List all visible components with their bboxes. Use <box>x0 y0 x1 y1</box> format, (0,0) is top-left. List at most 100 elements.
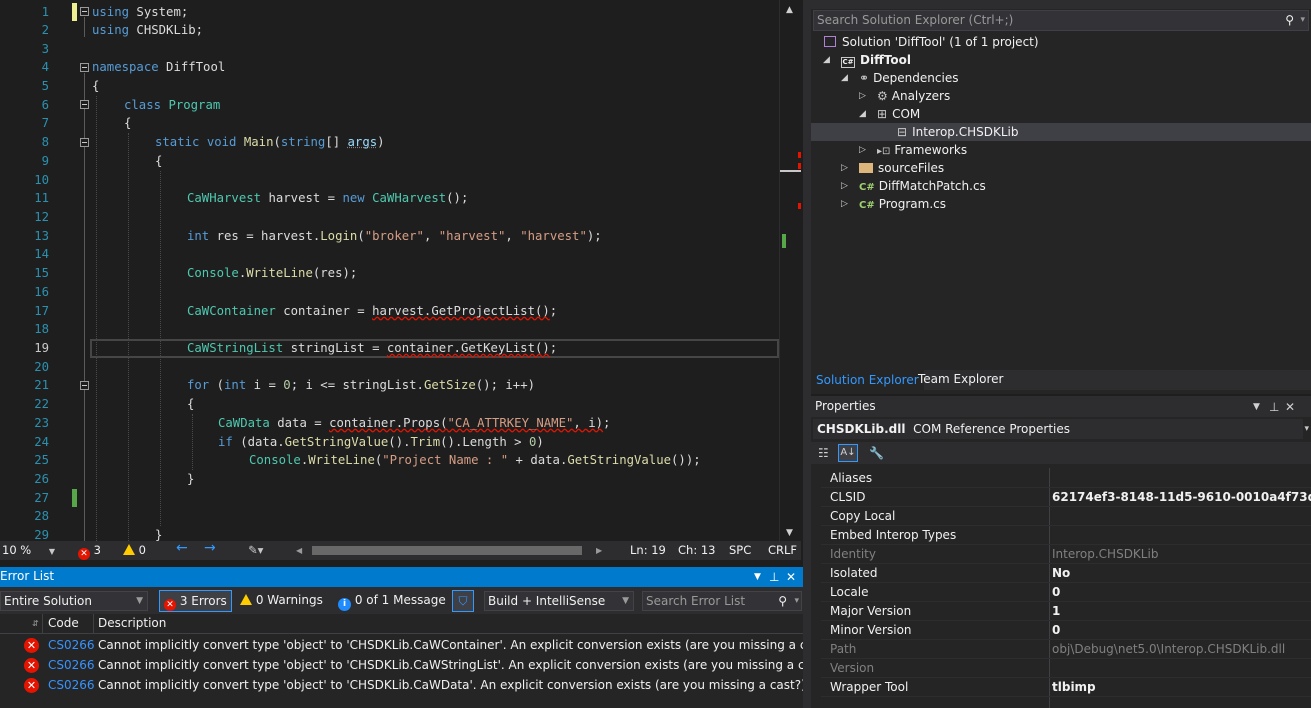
table-row[interactable]: ✕ CS0266 Cannot implicitly convert type 'o… <box>0 635 836 655</box>
tab-team-explorer[interactable]: Team Explorer <box>913 370 1009 390</box>
tree-item-dependencies[interactable]: ⚭ Dependencies <box>859 69 958 87</box>
column-header-description[interactable]: Description <box>98 616 166 630</box>
property-row[interactable]: CLSID 62174ef3-8148-11d5-9610-0010a4f73de… <box>821 488 1311 507</box>
error-marker[interactable] <box>798 203 801 209</box>
column-header-code[interactable]: Code <box>48 616 79 630</box>
scroll-down-icon[interactable]: ▼ <box>786 525 793 541</box>
pin-icon[interactable]: ⊥ <box>769 569 779 585</box>
close-icon[interactable]: ✕ <box>1285 399 1295 415</box>
collapse-toggle[interactable] <box>80 381 89 390</box>
errors-filter-button[interactable]: ✕ 3 Errors <box>159 590 232 612</box>
zoom-level[interactable]: 10 % ▼ <box>2 543 55 559</box>
tree-item-label: COM <box>892 107 921 121</box>
error-code-link[interactable]: CS0266 <box>48 675 95 695</box>
line-ending[interactable]: CRLF <box>768 543 797 558</box>
build-filter-select[interactable]: Build + IntelliSense ▼ <box>484 591 634 611</box>
tree-item-interop[interactable]: ⊟ Interop.CHSDKLib <box>897 123 1019 141</box>
tree-item-sourcefiles[interactable]: sourceFiles <box>859 159 944 177</box>
dependencies-icon: ⚭ <box>859 71 870 85</box>
property-value[interactable]: 1 <box>1052 602 1060 621</box>
collapse-toggle[interactable] <box>80 63 89 72</box>
tab-solution-explorer[interactable]: Solution Explorer <box>811 370 924 390</box>
tree-item-diffmatchpatch[interactable]: C# DiffMatchPatch.cs <box>859 177 986 197</box>
tree-item-analyzers[interactable]: ⚙ Analyzers <box>877 87 950 105</box>
filter-icon[interactable]: ⛉ <box>452 590 474 612</box>
property-value[interactable]: No <box>1052 564 1070 583</box>
scroll-right-icon[interactable]: ▶ <box>596 546 604 555</box>
property-row[interactable]: Isolated No <box>821 564 1311 583</box>
property-row[interactable]: Wrapper Tool tlbimp <box>821 678 1311 697</box>
property-row[interactable]: Identity Interop.CHSDKLib <box>821 545 1311 564</box>
collapsed-arrow-icon[interactable]: ▷ <box>841 195 848 213</box>
property-value[interactable]: 62174ef3-8148-11d5-9610-0010a4f73de4 <box>1052 488 1311 507</box>
property-row[interactable]: Minor Version 0 <box>821 621 1311 640</box>
warnings-filter-button[interactable]: 0 Warnings <box>236 590 327 612</box>
error-squiggle-expression[interactable]: container.Props("CA_ATTRKEY_NAME", i) <box>329 416 603 430</box>
navigate-back-icon[interactable]: ← <box>176 541 188 556</box>
indent-mode[interactable]: SPC <box>729 543 751 558</box>
property-row[interactable]: Path obj\Debug\net5.0\Interop.CHSDKLib.dl… <box>821 640 1311 659</box>
dropdown-icon[interactable]: ▼ <box>754 569 761 585</box>
categorized-icon[interactable]: ☷ <box>818 445 829 461</box>
collapsed-arrow-icon[interactable]: ▷ <box>841 177 848 195</box>
tree-item-program[interactable]: C# Program.cs <box>859 195 946 215</box>
pin-icon[interactable]: ⊥ <box>1269 399 1279 415</box>
tree-item-solution[interactable]: Solution 'DiffTool' (1 of 1 project) <box>823 33 1039 51</box>
collapsed-arrow-icon[interactable]: ▷ <box>841 159 848 177</box>
line-number: 13 <box>34 229 49 243</box>
property-row[interactable]: Version <box>821 659 1311 678</box>
scope-select[interactable]: Entire Solution ▼ <box>0 591 148 611</box>
property-value[interactable]: 0 <box>1052 583 1060 602</box>
dropdown-icon[interactable]: ▼ <box>1253 399 1260 415</box>
tree-item-frameworks[interactable]: ▸⊡ Frameworks <box>877 141 967 161</box>
sort-icon[interactable]: ⇵ <box>32 616 39 632</box>
property-row[interactable]: Aliases <box>821 469 1311 488</box>
scroll-up-icon[interactable]: ▲ <box>786 2 793 18</box>
error-count[interactable]: ✕ 3 <box>78 543 101 560</box>
line-number: 23 <box>34 416 49 430</box>
alphabetical-sort-icon[interactable]: A↓ <box>838 444 858 462</box>
error-code-link[interactable]: CS0266 <box>48 635 95 655</box>
expanded-arrow-icon[interactable]: ◢ <box>823 51 830 69</box>
close-icon[interactable]: ✕ <box>786 569 796 585</box>
error-squiggle-expression[interactable]: harvest.GetProjectList() <box>372 304 550 318</box>
property-pages-icon[interactable]: 🔧 <box>869 445 884 461</box>
collapse-toggle[interactable] <box>80 7 89 16</box>
code-editor[interactable]: 1 2 3 4 5 6 7 8 9 10 11 12 13 14 15 16 1… <box>0 0 801 541</box>
search-error-list-input[interactable]: Search Error List ⚲ ▾ <box>642 591 802 611</box>
navigate-forward-icon[interactable]: → <box>204 541 216 556</box>
expanded-arrow-icon[interactable]: ◢ <box>841 69 848 87</box>
expanded-arrow-icon[interactable]: ◢ <box>859 105 866 123</box>
property-row[interactable]: Major Version 1 <box>821 602 1311 621</box>
horizontal-scroll-thumb[interactable] <box>312 546 582 555</box>
warning-count[interactable]: 0 <box>123 543 146 558</box>
table-row[interactable]: ✕ CS0266 Cannot implicitly convert type 'o… <box>0 675 806 695</box>
brush-icon[interactable]: ✎▾ <box>248 543 263 558</box>
collapsed-arrow-icon[interactable]: ▷ <box>859 87 866 105</box>
property-value[interactable]: tlbimp <box>1052 678 1096 697</box>
table-row[interactable]: ✕ CS0266 Cannot implicitly convert type 'o… <box>0 655 834 675</box>
error-squiggle-expression[interactable]: container.GetKeyList() <box>387 341 550 355</box>
panel-splitter[interactable] <box>803 0 811 708</box>
tree-item-project[interactable]: C# DiffTool <box>841 51 911 69</box>
error-code-link[interactable]: CS0266 <box>48 655 95 675</box>
solution-search-input[interactable]: Search Solution Explorer (Ctrl+;) ⚲ ▾ <box>813 10 1309 31</box>
error-marker[interactable] <box>798 152 801 158</box>
collapse-toggle[interactable] <box>80 138 89 147</box>
parameter-name: args <box>347 135 378 149</box>
property-value[interactable]: 0 <box>1052 621 1060 640</box>
error-marker[interactable] <box>798 163 801 169</box>
tree-item-com[interactable]: ⊞ COM <box>877 105 920 123</box>
property-row[interactable]: Copy Local <box>821 507 1311 526</box>
messages-filter-button[interactable]: i 0 of 1 Message <box>334 590 450 612</box>
collapse-toggle[interactable] <box>80 100 89 109</box>
property-row[interactable]: Locale 0 <box>821 583 1311 602</box>
property-row[interactable]: Embed Interop Types <box>821 526 1311 545</box>
properties-toolbar: ☷ A↓ 🔧 <box>811 442 1311 464</box>
error-icon: ✕ <box>24 658 39 673</box>
type-name: CaWStringList <box>187 341 284 355</box>
editor-vertical-scrollbar[interactable]: ▲ ▼ <box>779 0 801 541</box>
collapsed-arrow-icon[interactable]: ▷ <box>859 141 866 159</box>
object-selector[interactable]: CHSDKLib.dll COM Reference Properties ▾ <box>813 419 1309 439</box>
scroll-left-icon[interactable]: ◀ <box>296 546 304 555</box>
